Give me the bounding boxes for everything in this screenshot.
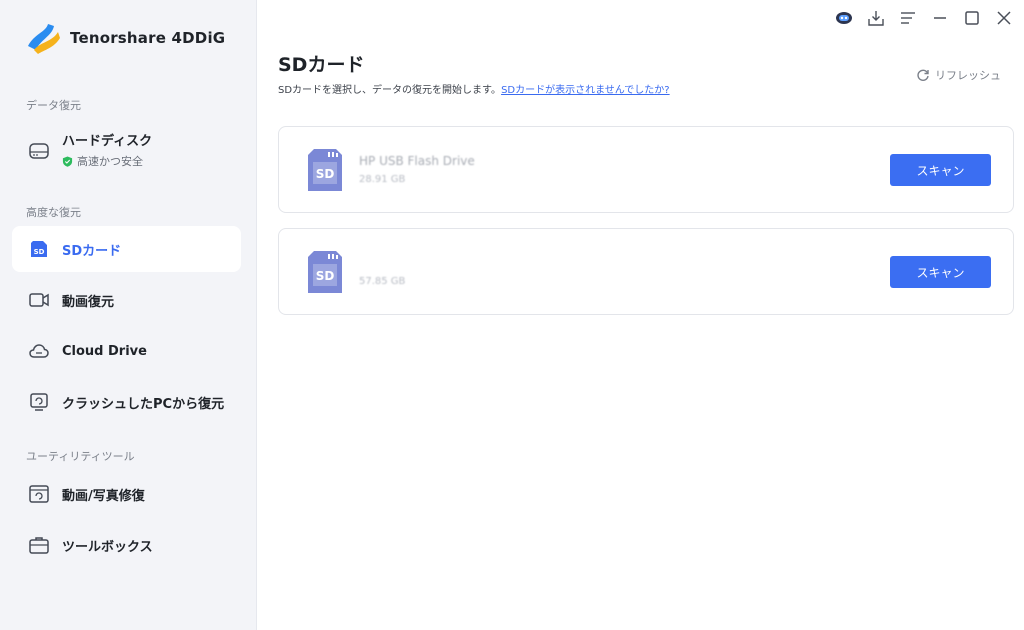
main-content: SDカード SDカードを選択し、データの復元を開始します。SDカードが表示されま… xyxy=(257,0,1024,630)
section-label-advanced-recovery: 高度な復元 xyxy=(26,206,81,219)
maximize-icon[interactable] xyxy=(962,8,982,28)
sidebar-item-toolbox[interactable]: ツールボックス xyxy=(12,522,241,568)
scan-button[interactable]: スキャン xyxy=(890,256,991,288)
drive-size: 28.91 GB xyxy=(359,174,406,185)
close-icon[interactable] xyxy=(994,8,1014,28)
drive-size: 57.85 GB xyxy=(359,276,406,287)
app-logo: Tenorshare 4DDiG xyxy=(24,20,225,56)
page-title: SDカード xyxy=(278,54,365,76)
download-icon[interactable] xyxy=(866,8,886,28)
menu-icon[interactable] xyxy=(898,8,918,28)
sidebar-item-label: ハードディスク xyxy=(62,134,153,149)
scan-button[interactable]: スキャン xyxy=(890,154,991,186)
svg-text:SD: SD xyxy=(316,167,335,181)
sidebar-item-video-recovery[interactable]: 動画復元 xyxy=(12,277,241,323)
sidebar-item-hard-disk[interactable]: ハードディスク 高速かつ安全 xyxy=(12,128,241,180)
refresh-button[interactable]: リフレッシュ xyxy=(916,67,1001,83)
refresh-label: リフレッシュ xyxy=(935,69,1001,82)
sidebar-item-label: 動画/写真修復 xyxy=(62,488,145,504)
sidebar-item-video-photo-repair[interactable]: 動画/写真修復 xyxy=(12,471,241,517)
svg-text:SD: SD xyxy=(316,269,335,283)
sidebar-item-crashed-pc-recovery[interactable]: クラッシュしたPCから復元 xyxy=(12,379,241,425)
minimize-icon[interactable] xyxy=(930,8,950,28)
sidebar-item-label: 動画復元 xyxy=(62,294,115,310)
drive-card[interactable]: SD 57.85 GB スキャン xyxy=(278,228,1014,315)
sidebar-item-label: クラッシュしたPCから復元 xyxy=(62,396,225,412)
video-camera-icon xyxy=(28,289,50,311)
sidebar-item-cloud-drive[interactable]: Cloud Drive xyxy=(12,328,241,374)
hard-disk-icon xyxy=(28,140,50,162)
shield-check-icon xyxy=(62,155,73,167)
cloud-icon xyxy=(28,340,50,362)
crashed-pc-icon xyxy=(28,391,50,413)
app-name: Tenorshare 4DDiG xyxy=(70,29,226,47)
safety-badge: 高速かつ安全 xyxy=(62,153,152,169)
sidebar-item-label: SDカード xyxy=(62,243,122,259)
sd-card-icon: SD xyxy=(28,238,50,260)
sidebar-item-label: ツールボックス xyxy=(62,539,153,555)
safety-text: 高速かつ安全 xyxy=(77,155,143,168)
logo-icon xyxy=(28,24,60,54)
sidebar: Tenorshare 4DDiG データ復元 ハードディスク 高速かつ安全 高度… xyxy=(0,0,257,630)
refresh-icon xyxy=(917,69,929,81)
sd-card-icon: SD xyxy=(308,149,342,191)
sd-card-icon: SD xyxy=(308,251,342,293)
toolbox-icon xyxy=(28,534,50,556)
sidebar-item-sd-card[interactable]: SD SDカード xyxy=(12,226,241,272)
robot-icon[interactable] xyxy=(834,8,854,28)
repair-icon xyxy=(28,483,50,505)
section-label-utility-tools: ユーティリティツール xyxy=(26,450,135,463)
sidebar-item-label: Cloud Drive xyxy=(62,343,147,359)
description-text: SDカードを選択し、データの復元を開始します。 xyxy=(278,85,502,96)
drive-name: HP USB Flash Drive xyxy=(359,154,475,168)
section-label-data-recovery: データ復元 xyxy=(26,99,81,112)
page-description: SDカードを選択し、データの復元を開始します。SDカードが表示されませんでしたか… xyxy=(278,81,670,96)
help-link[interactable]: SDカードが表示されませんでしたか? xyxy=(501,85,670,96)
drive-card[interactable]: SD HP USB Flash Drive 28.91 GB スキャン xyxy=(278,126,1014,213)
window-controls xyxy=(834,8,1014,28)
svg-text:SD: SD xyxy=(34,248,45,256)
